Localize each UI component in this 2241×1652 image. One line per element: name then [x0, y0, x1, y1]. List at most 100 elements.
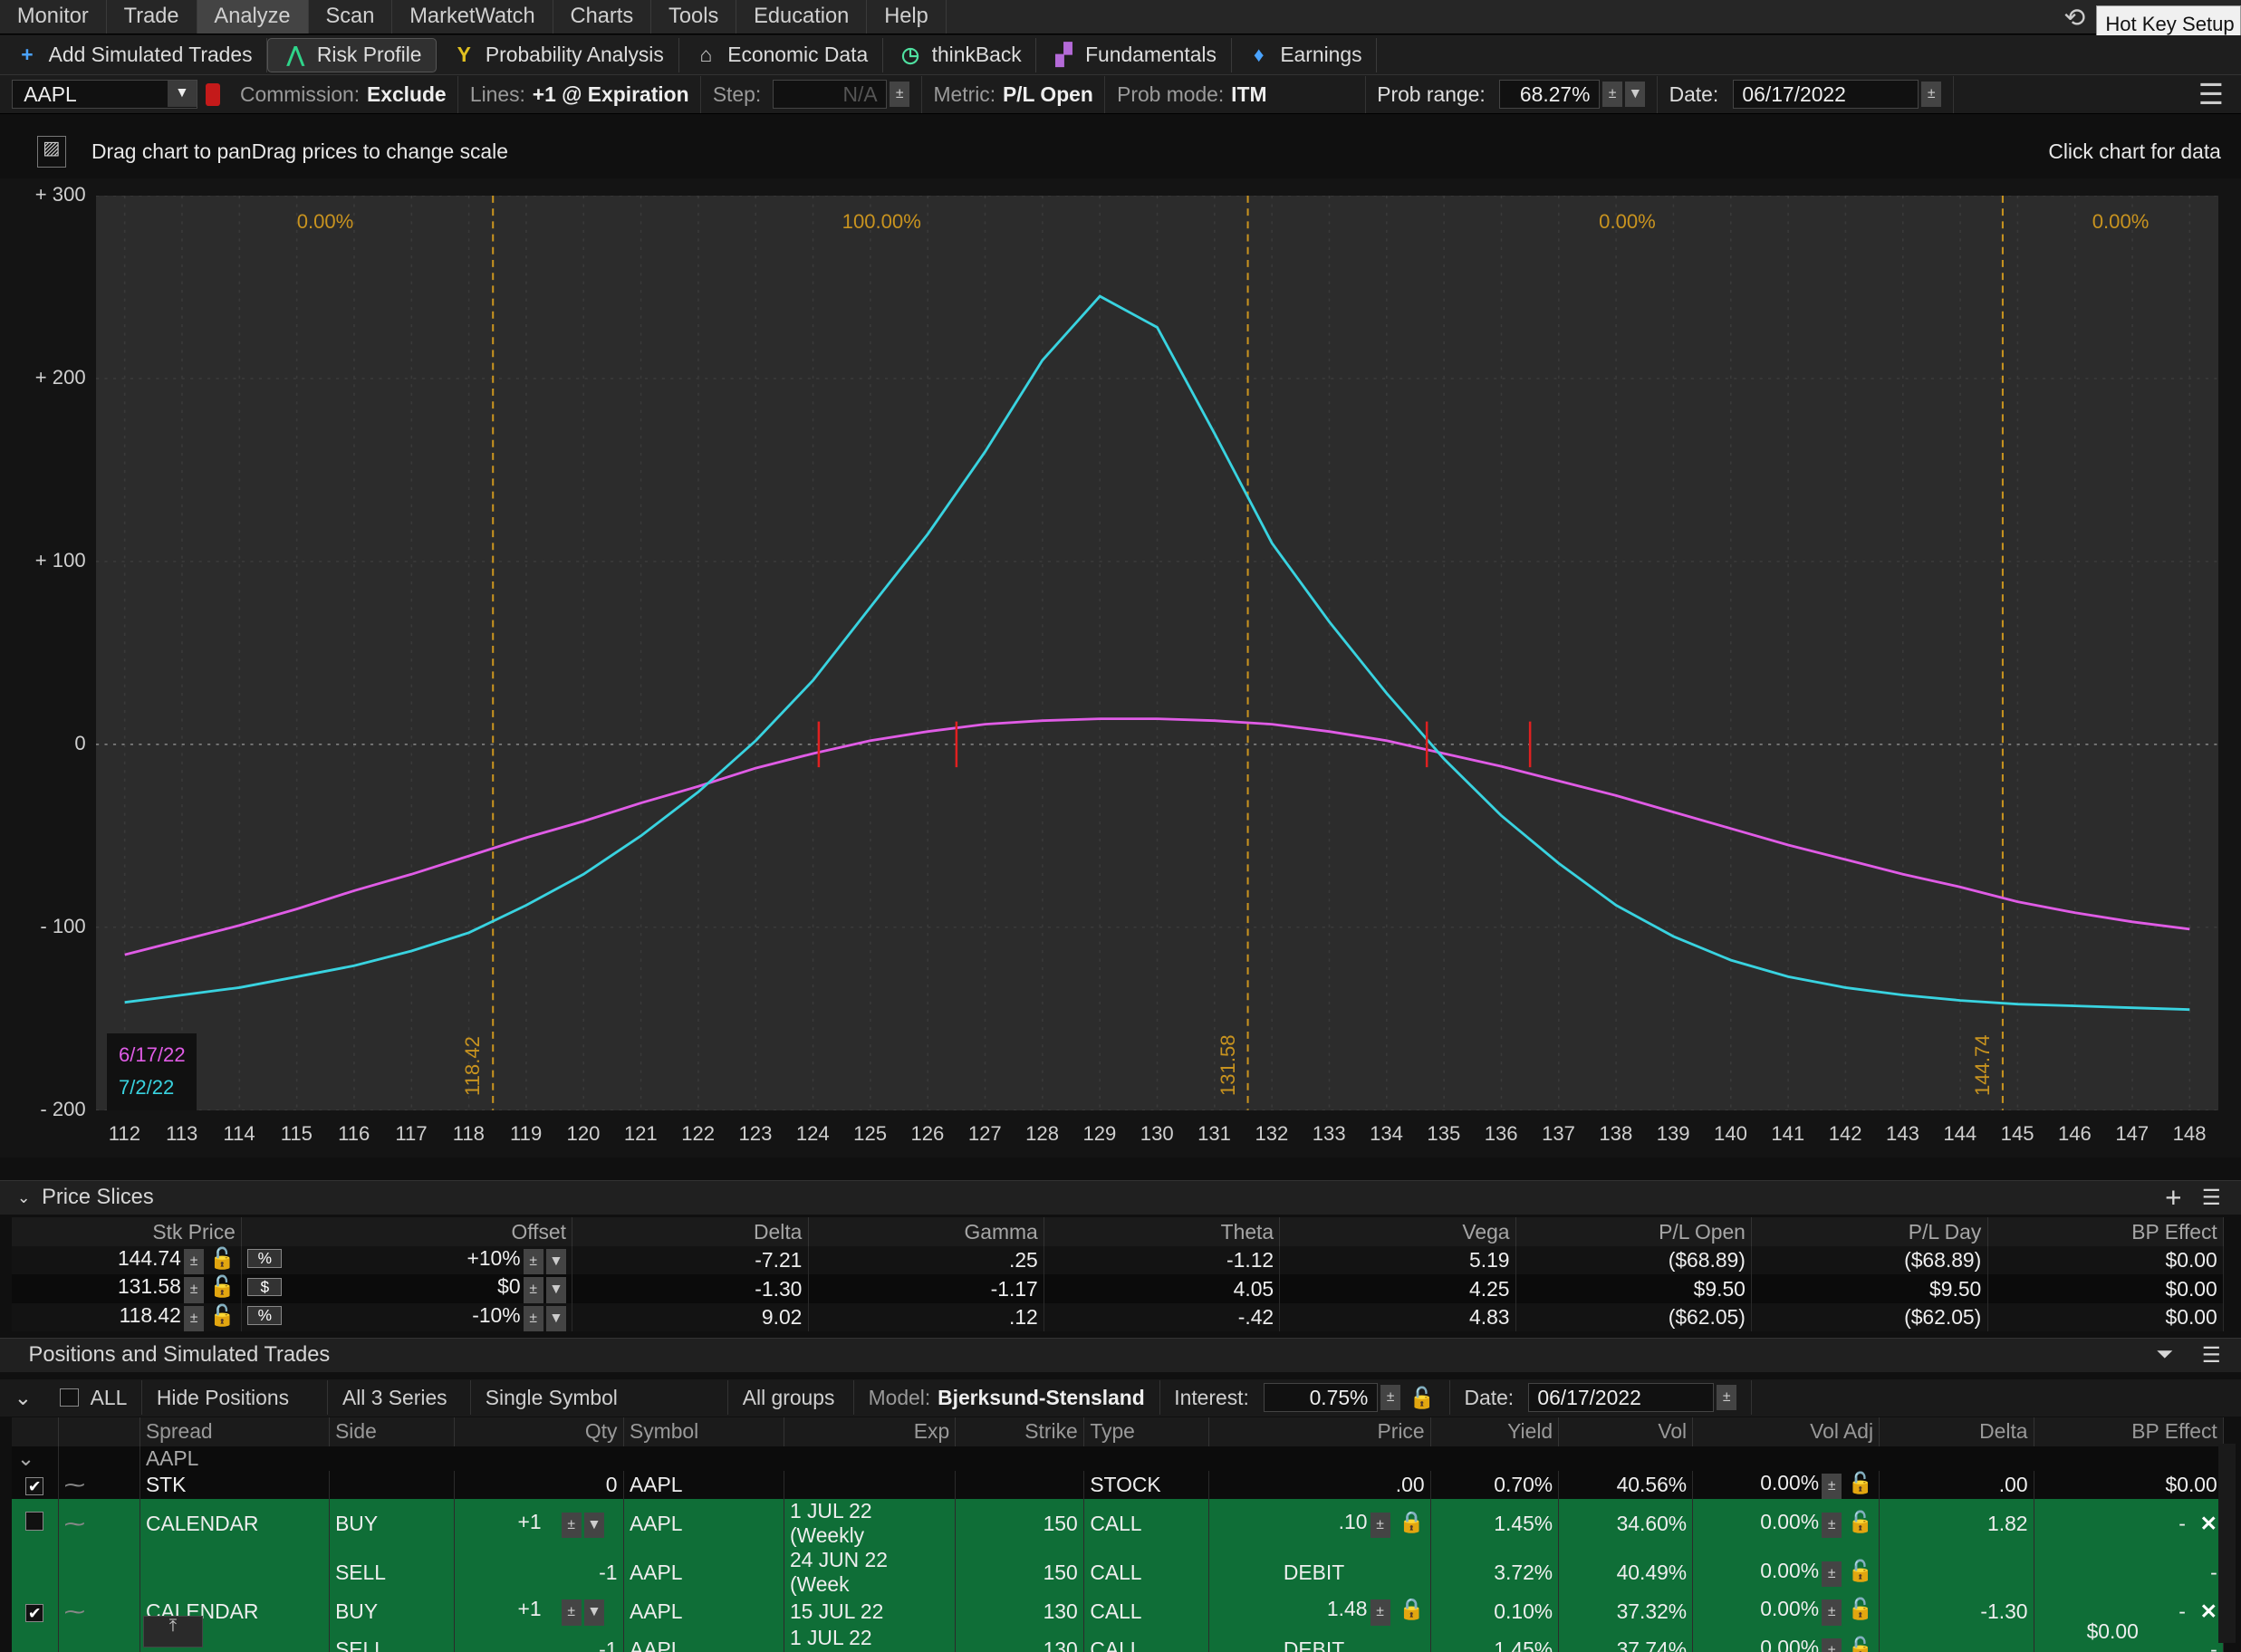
- unlock-icon[interactable]: 🔓: [1848, 1559, 1873, 1582]
- prob-mode-control[interactable]: Prob mode: ITM: [1105, 75, 1366, 113]
- cell-exp[interactable]: 1 JUL 22 (Weekly: [784, 1625, 957, 1652]
- add-icon[interactable]: +: [2165, 1181, 2202, 1215]
- cell-strike[interactable]: 150: [955, 1548, 1085, 1598]
- cell-exp[interactable]: 1 JUL 22 (Weekly: [784, 1499, 957, 1549]
- offset-value[interactable]: $0: [497, 1274, 520, 1298]
- offset-unit[interactable]: %: [247, 1306, 283, 1325]
- cell-qty[interactable]: +1 ± ▼: [454, 1499, 624, 1549]
- tool-add-simulated-trades[interactable]: + Add Simulated Trades: [0, 37, 268, 72]
- stepper-icon[interactable]: ±: [184, 1248, 205, 1275]
- offset-unit[interactable]: $: [247, 1277, 283, 1297]
- close-icon[interactable]: ✕: [2200, 1512, 2217, 1535]
- stepper-icon[interactable]: ±: [523, 1248, 543, 1275]
- cell-voladj[interactable]: 0.00% ± 🔓: [1692, 1625, 1880, 1652]
- cell-exp[interactable]: 24 JUN 22 (Week: [784, 1548, 957, 1598]
- stepper-icon[interactable]: ±: [184, 1306, 205, 1332]
- offset-unit[interactable]: %: [247, 1249, 283, 1268]
- risk-profile-chart[interactable]: 6/17/22 7/2/22 + 300 + 200 + 100 0 - 100 - 20…: [0, 178, 2241, 1157]
- unlock-icon[interactable]: 🔓: [209, 1274, 235, 1298]
- tool-risk-profile[interactable]: ⋀ Risk Profile: [267, 37, 438, 72]
- position-row[interactable]: ✔ ⁓ CALENDAR BUY +1 ± ▼ AAPL 15 JUL 22 130 CALL 1.4…: [11, 1597, 2225, 1626]
- cell-side[interactable]: SELL: [329, 1548, 456, 1598]
- slice-price[interactable]: 144.74 ± 🔓: [11, 1245, 243, 1275]
- scrollbar[interactable]: [2217, 1443, 2236, 1644]
- row-check[interactable]: ✔: [11, 1470, 59, 1500]
- metric-control[interactable]: Metric: P/L Open: [922, 75, 1106, 113]
- stepper-icon[interactable]: ±: [1602, 81, 1623, 108]
- row-check[interactable]: [11, 1625, 59, 1652]
- cell-qty[interactable]: -1: [454, 1625, 624, 1652]
- menu-tools[interactable]: Tools: [651, 0, 737, 34]
- menu-monitor[interactable]: Monitor: [0, 0, 107, 34]
- position-row[interactable]: ⁓ CALENDAR BUY +1 ± ▼ AAPL 1 JUL 22 (Weekly 150 C…: [11, 1499, 2225, 1549]
- offset-value[interactable]: +10%: [466, 1246, 520, 1270]
- commission-control[interactable]: Commission: Exclude: [228, 75, 459, 113]
- offset[interactable]: % +10% ± ▼: [241, 1245, 573, 1275]
- qty-value[interactable]: +1: [518, 1510, 542, 1533]
- cell-qty[interactable]: -1: [454, 1548, 624, 1598]
- symbol-filter[interactable]: Single Symbol: [471, 1380, 728, 1415]
- tool-probability-analysis[interactable]: Y Probability Analysis: [437, 37, 679, 72]
- menu-charts[interactable]: Charts: [553, 0, 652, 34]
- checkbox[interactable]: ✔: [24, 1603, 44, 1623]
- position-row[interactable]: SELL -1 AAPL 24 JUN 22 (Week 150 CALL DEBIT 3.7…: [11, 1548, 2225, 1598]
- cell-side[interactable]: SELL: [329, 1625, 456, 1652]
- tool-economic-data[interactable]: ⌂ Economic Data: [679, 37, 883, 72]
- menu-icon[interactable]: ☰: [2202, 1185, 2241, 1211]
- slice-price[interactable]: 131.58 ± 🔓: [11, 1274, 243, 1303]
- cell-side[interactable]: BUY: [329, 1499, 456, 1549]
- step-input[interactable]: N/A: [772, 80, 888, 109]
- hide-positions-button[interactable]: Hide Positions: [142, 1380, 329, 1415]
- row-check[interactable]: [11, 1548, 59, 1598]
- stepper-icon[interactable]: ±: [523, 1277, 543, 1303]
- lock-icon[interactable]: 🔒: [1399, 1510, 1424, 1533]
- cell-price[interactable]: DEBIT: [1208, 1548, 1431, 1598]
- cell-strike[interactable]: 130: [955, 1625, 1085, 1652]
- select-all[interactable]: ALL: [46, 1380, 143, 1415]
- unlock-icon[interactable]: 🔓: [1848, 1471, 1873, 1494]
- menu-education[interactable]: Education: [736, 0, 868, 34]
- menu-icon[interactable]: ☰: [2198, 78, 2241, 111]
- cell-side[interactable]: BUY: [329, 1597, 456, 1626]
- qty-value[interactable]: +1: [518, 1597, 542, 1620]
- chevron-down-icon[interactable]: ⌄: [0, 1380, 46, 1415]
- cell-strike[interactable]: 130: [955, 1597, 1085, 1626]
- checkbox-all[interactable]: [60, 1388, 79, 1407]
- stepper-icon[interactable]: ±: [1370, 1599, 1390, 1626]
- stepper-icon[interactable]: ±: [1822, 1561, 1842, 1587]
- stepper-icon[interactable]: ±: [1921, 81, 1942, 108]
- stepper-icon[interactable]: ±: [1380, 1384, 1401, 1411]
- menu-trade[interactable]: Trade: [107, 0, 197, 34]
- chevron-down-icon[interactable]: ▼: [1625, 81, 1646, 108]
- row-check[interactable]: ✔: [11, 1597, 59, 1626]
- prob-range-input[interactable]: 68.27%: [1499, 80, 1600, 109]
- chevron-down-icon[interactable]: ▼: [545, 1248, 567, 1275]
- scroll-top-button[interactable]: ⤒: [142, 1616, 204, 1648]
- tool-thinkback[interactable]: ◷ thinkBack: [883, 37, 1037, 72]
- chevron-down-icon[interactable]: ⌄: [17, 1188, 31, 1207]
- checkbox[interactable]: ✔: [24, 1476, 44, 1496]
- stepper-icon[interactable]: ±: [1822, 1599, 1842, 1626]
- date-input[interactable]: 06/17/2022: [1732, 80, 1919, 109]
- stepper-icon[interactable]: ±: [184, 1277, 205, 1303]
- chevron-down-icon[interactable]: ▼: [545, 1306, 567, 1332]
- position-row[interactable]: SELL -1 AAPL 1 JUL 22 (Weekly 130 CALL DEBIT 1.…: [11, 1625, 2225, 1652]
- chevron-down-icon[interactable]: ▼: [545, 1277, 567, 1303]
- positions-date-input[interactable]: 06/17/2022: [1527, 1383, 1715, 1412]
- menu-icon[interactable]: ☰: [2202, 1342, 2241, 1369]
- menu-scan[interactable]: Scan: [309, 0, 393, 34]
- close-icon[interactable]: ✕: [2200, 1599, 2217, 1623]
- cell-voladj[interactable]: 0.00% ± 🔓: [1692, 1470, 1880, 1500]
- tool-fundamentals[interactable]: ▞ Fundamentals: [1036, 37, 1232, 72]
- stepper-icon[interactable]: ±: [1822, 1473, 1842, 1500]
- stk-price[interactable]: 131.58: [118, 1274, 181, 1298]
- offset[interactable]: $ $0 ± ▼: [241, 1274, 573, 1303]
- cell-qty[interactable]: +1 ± ▼: [454, 1597, 624, 1626]
- lines-control[interactable]: Lines: +1 @ Expiration: [458, 75, 702, 113]
- stepper-icon[interactable]: ±: [1822, 1512, 1842, 1538]
- chevron-down-icon[interactable]: ▼: [583, 1512, 604, 1538]
- refresh-icon[interactable]: ⟲: [2063, 3, 2092, 33]
- menu-marketwatch[interactable]: MarketWatch: [392, 0, 553, 34]
- chevron-down-icon[interactable]: ▼: [583, 1599, 604, 1626]
- lock-icon[interactable]: 🔒: [1399, 1597, 1424, 1620]
